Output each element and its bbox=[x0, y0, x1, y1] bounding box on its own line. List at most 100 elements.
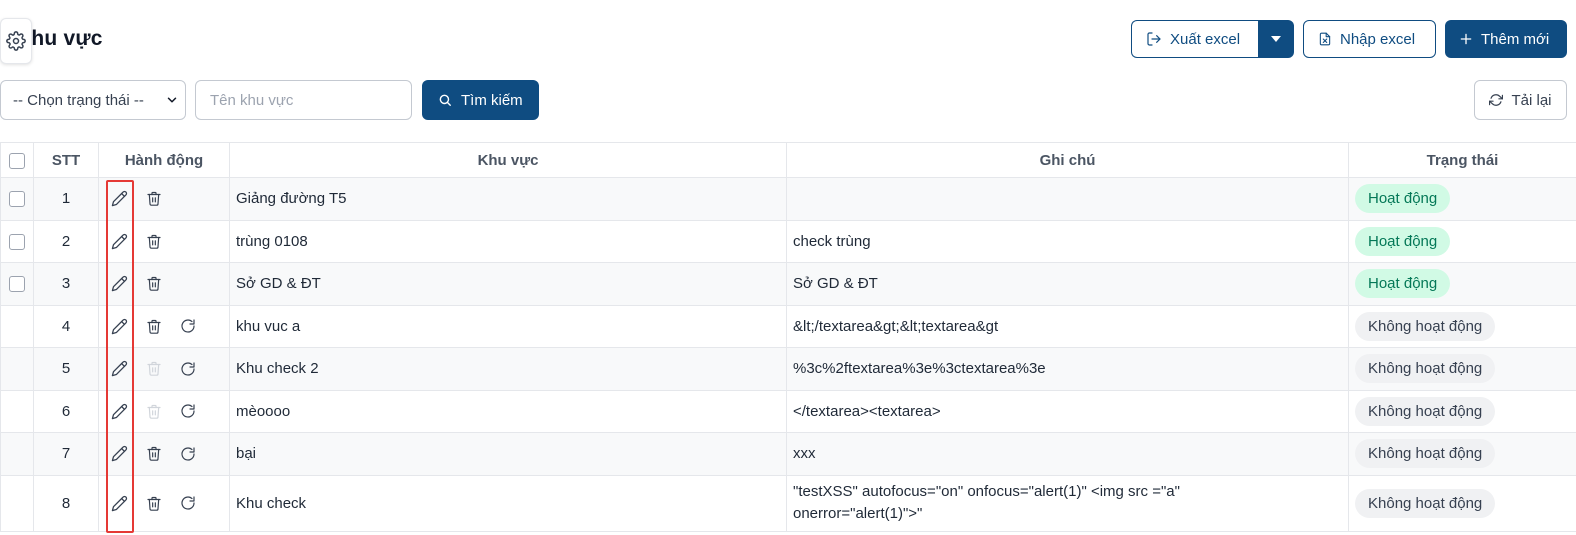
column-header-actions: Hành động bbox=[98, 142, 230, 178]
row-area: khu vuc a bbox=[229, 304, 787, 348]
row-select-cell bbox=[0, 389, 34, 433]
table-row: 6 mèoooo </textarea><textarea> Không hoạ… bbox=[0, 389, 1576, 433]
status-select[interactable]: -- Chọn trạng thái -- bbox=[0, 80, 186, 120]
row-stt: 4 bbox=[33, 304, 99, 348]
row-status-cell: Không hoạt động bbox=[1348, 432, 1576, 476]
row-actions bbox=[98, 304, 230, 348]
restore-icon bbox=[180, 319, 195, 333]
row-select-cell bbox=[0, 262, 34, 306]
row-stt: 6 bbox=[33, 389, 99, 433]
chevron-down-icon bbox=[167, 97, 177, 103]
row-area: mèoooo bbox=[229, 389, 787, 433]
column-header-note[interactable]: Ghi chú bbox=[786, 142, 1349, 178]
row-note-line-2: onerror="alert(1)">" bbox=[793, 505, 923, 522]
export-excel-button[interactable]: Xuất excel bbox=[1131, 20, 1258, 58]
row-note: </textarea><textarea> bbox=[786, 389, 1349, 433]
delete-button[interactable] bbox=[145, 275, 162, 292]
row-stt: 5 bbox=[33, 347, 99, 391]
delete-button[interactable] bbox=[145, 318, 162, 335]
row-actions bbox=[98, 432, 230, 476]
delete-button[interactable] bbox=[145, 190, 162, 207]
area-name-input[interactable] bbox=[195, 80, 412, 120]
trash-icon bbox=[146, 319, 161, 334]
pencil-icon bbox=[111, 233, 128, 249]
trash-icon bbox=[146, 404, 161, 419]
row-status-cell: Không hoạt động bbox=[1348, 474, 1576, 532]
edit-button[interactable] bbox=[111, 403, 128, 420]
row-stt: 7 bbox=[33, 432, 99, 476]
edit-button[interactable] bbox=[111, 275, 128, 292]
table-row: 3 Sở GD & ĐT Sở GD & ĐT Hoạt động bbox=[0, 262, 1576, 306]
row-stt: 8 bbox=[33, 474, 99, 532]
export-icon bbox=[1147, 32, 1161, 46]
row-actions bbox=[98, 262, 230, 306]
row-actions bbox=[98, 177, 230, 221]
status-badge: Hoạt động bbox=[1355, 269, 1451, 299]
reload-label: Tải lại bbox=[1511, 91, 1552, 109]
status-badge: Hoạt động bbox=[1355, 184, 1451, 214]
row-note: "testXSS" autofocus="on" onfocus="alert(… bbox=[786, 474, 1349, 532]
settings-button[interactable] bbox=[0, 18, 32, 64]
row-status-cell: Không hoạt động bbox=[1348, 347, 1576, 391]
restore-button[interactable] bbox=[179, 403, 196, 420]
row-select-cell bbox=[0, 347, 34, 391]
search-icon bbox=[439, 94, 451, 106]
restore-button[interactable] bbox=[179, 495, 196, 512]
edit-button[interactable] bbox=[111, 233, 128, 250]
restore-icon bbox=[180, 496, 195, 510]
restore-button[interactable] bbox=[179, 360, 196, 377]
row-checkbox[interactable] bbox=[9, 233, 25, 250]
row-checkbox[interactable] bbox=[9, 276, 25, 293]
delete-button[interactable] bbox=[145, 495, 162, 512]
restore-icon bbox=[180, 404, 195, 418]
row-actions bbox=[98, 347, 230, 391]
export-dropdown-toggle[interactable] bbox=[1258, 20, 1294, 58]
row-stt: 3 bbox=[33, 262, 99, 306]
pencil-icon bbox=[111, 318, 128, 334]
pencil-icon bbox=[111, 276, 128, 292]
row-note-line-1: "testXSS" autofocus="on" onfocus="alert(… bbox=[793, 483, 1180, 500]
delete-button[interactable] bbox=[145, 233, 162, 250]
reload-button[interactable]: Tải lại bbox=[1474, 80, 1567, 120]
delete-button[interactable] bbox=[145, 445, 162, 462]
status-badge: Hoạt động bbox=[1355, 226, 1451, 256]
pencil-icon bbox=[111, 446, 128, 462]
select-all-checkbox[interactable] bbox=[9, 152, 25, 169]
table-row: 2 trùng 0108 check trùng Hoạt động bbox=[0, 219, 1576, 263]
add-new-label: Thêm mới bbox=[1481, 30, 1550, 48]
restore-button[interactable] bbox=[179, 445, 196, 462]
table-header-row: STT Hành động Khu vực Ghi chú Trạng thái bbox=[0, 142, 1576, 178]
column-header-status[interactable]: Trạng thái bbox=[1348, 142, 1576, 178]
pencil-icon bbox=[111, 191, 128, 207]
edit-button[interactable] bbox=[111, 360, 128, 377]
column-header-area[interactable]: Khu vực bbox=[229, 142, 787, 178]
area-table: STT Hành động Khu vực Ghi chú Trạng thái… bbox=[0, 142, 1576, 532]
add-new-button[interactable]: Thêm mới bbox=[1445, 20, 1567, 58]
status-badge: Không hoạt động bbox=[1355, 311, 1496, 341]
row-status-cell: Hoạt động bbox=[1348, 177, 1576, 221]
edit-button[interactable] bbox=[111, 318, 128, 335]
import-excel-label: Nhập excel bbox=[1340, 30, 1416, 48]
filter-bar: -- Chọn trạng thái -- Tìm kiếm bbox=[0, 80, 539, 120]
table-row: 4 khu vuc a &lt;/textarea&gt;&lt;textare… bbox=[0, 304, 1576, 348]
row-select-cell bbox=[0, 219, 34, 263]
row-select-cell bbox=[0, 177, 34, 221]
status-badge: Không hoạt động bbox=[1355, 354, 1496, 384]
table-row: 5 Khu check 2 %3c%2ftextarea%3e%3ctextar… bbox=[0, 347, 1576, 391]
trash-icon bbox=[146, 192, 161, 207]
edit-button[interactable] bbox=[111, 495, 128, 512]
status-badge: Không hoạt động bbox=[1355, 396, 1496, 426]
search-button[interactable]: Tìm kiếm bbox=[422, 80, 539, 120]
row-checkbox[interactable] bbox=[9, 191, 25, 208]
row-area: Sở GD & ĐT bbox=[229, 262, 787, 306]
row-select-cell bbox=[0, 304, 34, 348]
row-status-cell: Hoạt động bbox=[1348, 219, 1576, 263]
edit-button[interactable] bbox=[111, 445, 128, 462]
row-note: Sở GD & ĐT bbox=[786, 262, 1349, 306]
row-note: check trùng bbox=[786, 219, 1349, 263]
restore-button[interactable] bbox=[179, 318, 196, 335]
delete-button-disabled bbox=[145, 360, 162, 377]
edit-button[interactable] bbox=[111, 190, 128, 207]
row-area: bại bbox=[229, 432, 787, 476]
import-excel-button[interactable]: Nhập excel bbox=[1303, 20, 1436, 58]
